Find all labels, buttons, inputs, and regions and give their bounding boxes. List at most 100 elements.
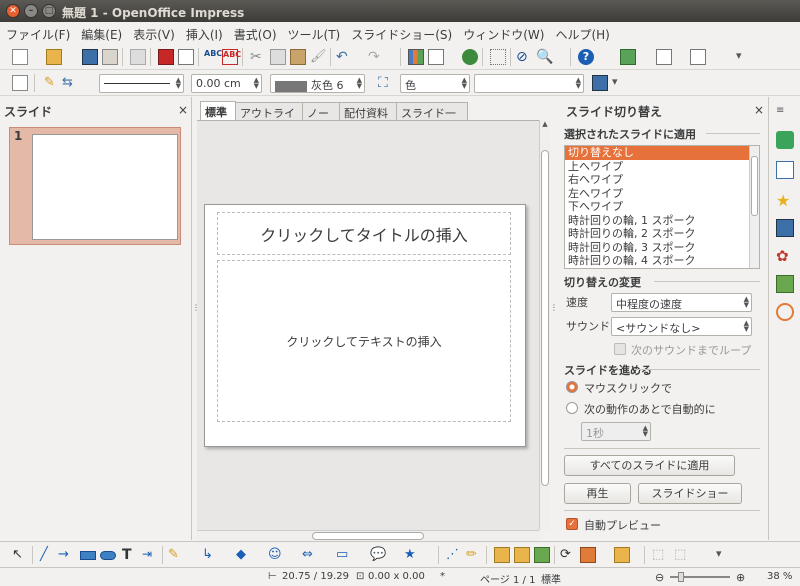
menu-view[interactable]: 表示(V) (127, 22, 180, 43)
copy-icon[interactable] (270, 49, 286, 65)
points-icon[interactable]: ⋰ (446, 547, 462, 563)
flowchart-icon[interactable]: ▭ (336, 547, 352, 563)
block-arrows-icon[interactable]: ⇔ (302, 547, 318, 563)
line-style-icon[interactable] (12, 75, 28, 91)
connector-tool-icon[interactable]: ↳ (202, 547, 218, 563)
master-pages-icon[interactable] (776, 131, 794, 149)
menu-help[interactable]: ヘルプ(H) (549, 22, 614, 43)
clone-format-icon[interactable]: 🖌 (310, 49, 327, 65)
close-transition-pane-icon[interactable]: × (754, 103, 764, 117)
tab-handout[interactable]: 配付資料 (339, 102, 397, 121)
advance-on-click-radio[interactable] (566, 381, 578, 393)
glue-points-icon[interactable]: ✏ (466, 547, 482, 563)
sound-select[interactable]: <サウンドなし> ▲ ▼ (611, 317, 752, 336)
symbol-shapes-icon[interactable]: ☺ (268, 547, 284, 563)
basic-shapes-icon[interactable]: ◆ (236, 547, 252, 563)
list-item[interactable]: 左へワイプ (565, 187, 759, 201)
speed-select[interactable]: 中程度の速度 ▲ ▼ (611, 293, 752, 312)
drawbar-overflow-icon[interactable]: ▾ (716, 547, 732, 563)
help-icon[interactable]: ? (578, 49, 594, 65)
area-fill-icon[interactable]: ⛶ (378, 75, 394, 91)
list-item[interactable]: 上へワイプ (565, 160, 759, 174)
slide-layout-icon[interactable] (656, 49, 672, 65)
line-width-field[interactable]: 0.00 cm ▲ ▼ (191, 74, 262, 93)
3d-effects-icon[interactable]: ⬚ (674, 547, 690, 563)
fontwork-icon[interactable] (494, 547, 510, 563)
cut-icon[interactable]: ✂ (250, 49, 266, 65)
list-item[interactable]: 時計回りの輪, 4 スポーク (565, 254, 759, 268)
new-document-icon[interactable] (12, 49, 28, 65)
area-style-select[interactable]: 色 ▲ ▼ (400, 74, 470, 93)
horizontal-scroll-thumb[interactable] (312, 532, 424, 540)
tab-slide-sorter[interactable]: スライド一覧 (396, 102, 468, 136)
paste-icon[interactable] (290, 49, 306, 65)
menu-window[interactable]: ウィンドウ(W) (457, 22, 549, 43)
hyperlink-icon[interactable]: ⊘ (516, 49, 532, 65)
autospellcheck-icon[interactable]: ABC (222, 49, 241, 65)
slide-transition-icon[interactable] (776, 219, 794, 237)
print-icon[interactable] (178, 49, 194, 65)
list-item[interactable]: 右へワイプ (565, 173, 759, 187)
extrusion-icon[interactable]: ⬚ (652, 547, 668, 563)
menu-edit[interactable]: 編集(E) (75, 22, 127, 43)
text-tool-icon[interactable]: T (122, 547, 138, 563)
loop-sound-checkbox[interactable] (614, 343, 626, 355)
line-style-select[interactable]: ▲ ▼ (99, 74, 184, 93)
area-fill-select[interactable]: ▲ ▼ (474, 74, 584, 93)
rotate-icon[interactable]: ⟳ (560, 547, 576, 563)
auto-time-field[interactable]: 1秒 ▲ ▼ (581, 422, 651, 441)
vertical-scroll-thumb[interactable] (541, 150, 549, 486)
save-icon[interactable] (82, 49, 98, 65)
table-icon[interactable] (428, 49, 444, 65)
chart-icon[interactable] (408, 49, 424, 65)
text-placeholder[interactable]: クリックしてテキストの挿入 (217, 260, 511, 422)
play-button[interactable]: 再生 (564, 483, 631, 504)
scroll-up-icon[interactable]: ▲ (540, 120, 550, 128)
export-pdf-icon[interactable] (158, 49, 174, 65)
select-icon[interactable]: ↖ (12, 547, 28, 563)
tab-normal[interactable]: 標準 (200, 101, 236, 121)
undo-icon[interactable]: ↶ (336, 49, 352, 65)
arrow-tool-icon[interactable]: → (58, 547, 74, 563)
toolbar2-overflow-icon[interactable]: ▾ (612, 75, 628, 91)
navigator-icon[interactable] (462, 49, 478, 65)
vertical-scrollbar[interactable]: ▲ (539, 120, 550, 530)
line-ends-icon[interactable]: ⇆ (62, 75, 78, 91)
zoom-in-icon[interactable]: ⊕ (736, 571, 745, 584)
right-pane-resize-handle[interactable]: ⋮ (550, 304, 558, 335)
minimize-window-button[interactable]: – (24, 4, 38, 18)
auto-preview-checkbox[interactable]: ✓ (566, 518, 578, 530)
navigator-sidebar-icon[interactable] (776, 303, 794, 321)
gallery-icon[interactable] (776, 275, 794, 293)
menu-format[interactable]: 書式(O) (228, 22, 282, 43)
slide-thumbnail[interactable]: 1 (9, 127, 181, 245)
grid-icon[interactable] (490, 49, 506, 65)
line-tool-icon[interactable]: ╱ (40, 547, 56, 563)
callouts-icon[interactable]: 💬 (370, 547, 386, 563)
close-slides-pane-icon[interactable]: × (178, 103, 188, 117)
curve-tool-icon[interactable]: ✎ (168, 547, 184, 563)
tab-notes[interactable]: ノート (302, 102, 340, 136)
callout-tool-icon[interactable]: ⇥ (142, 547, 158, 563)
arrange-icon[interactable] (614, 547, 630, 563)
slide-show-icon[interactable] (690, 49, 706, 65)
menu-tools[interactable]: ツール(T) (282, 22, 346, 43)
title-placeholder[interactable]: クリックしてタイトルの挿入 (217, 212, 511, 255)
maximize-window-button[interactable]: □ (42, 4, 56, 18)
transition-list[interactable]: 切り替えなし 上へワイプ 右へワイプ 左へワイプ 下へワイプ 時計回りの輪, 1… (564, 145, 760, 269)
ellipse-tool-icon[interactable] (100, 551, 116, 560)
from-file-icon[interactable] (514, 547, 530, 563)
apply-to-all-slides-button[interactable]: すべてのスライドに適用 (564, 455, 735, 476)
list-item[interactable]: 下へワイプ (565, 200, 759, 214)
advance-auto-radio[interactable] (566, 402, 578, 414)
alignment-icon[interactable] (580, 547, 596, 563)
horizontal-scrollbar[interactable] (197, 530, 539, 541)
email-icon[interactable] (102, 49, 118, 65)
stars-icon[interactable]: ★ (404, 547, 420, 563)
custom-animation-icon[interactable]: ★ (776, 191, 794, 210)
edit-file-icon[interactable] (130, 49, 146, 65)
rectangle-tool-icon[interactable] (80, 551, 96, 560)
list-item[interactable]: 時計回りの輪, 1 スポーク (565, 214, 759, 228)
list-item[interactable]: 時計回りの輪, 3 スポーク (565, 241, 759, 255)
toolbar-overflow-icon[interactable]: ▾ (736, 49, 752, 65)
